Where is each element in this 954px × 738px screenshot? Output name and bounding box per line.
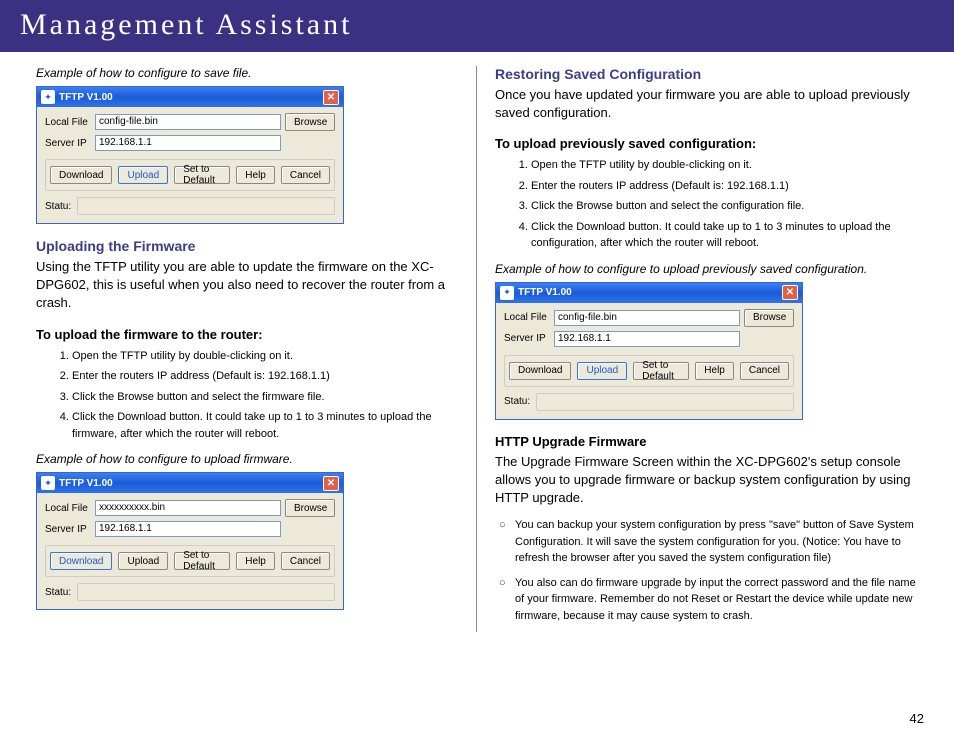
restore-steps-heading: To upload previously saved configuration… <box>495 136 918 151</box>
list-item: You also can do firmware upgrade by inpu… <box>515 575 918 625</box>
server-ip-label: Server IP <box>45 524 95 535</box>
status-label: Statu: <box>504 396 530 407</box>
status-label: Statu: <box>45 201 71 212</box>
list-item: Click the Download button. It could take… <box>72 409 458 442</box>
set-default-button[interactable]: Set to Default <box>174 552 230 570</box>
help-button[interactable]: Help <box>236 552 275 570</box>
status-box <box>77 197 335 215</box>
page-number: 42 <box>910 711 924 726</box>
help-button[interactable]: Help <box>695 362 734 380</box>
set-default-button[interactable]: Set to Default <box>633 362 689 380</box>
local-file-input[interactable]: config-file.bin <box>95 114 281 130</box>
help-button[interactable]: Help <box>236 166 275 184</box>
restoring-body: Once you have updated your firmware you … <box>495 86 918 122</box>
window-title: TFTP V1.00 <box>59 478 323 489</box>
local-file-input[interactable]: config-file.bin <box>554 310 740 326</box>
upload-steps-list: Open the TFTP utility by double-clicking… <box>36 348 458 443</box>
server-ip-input[interactable]: 192.168.1.1 <box>95 521 281 537</box>
uploading-heading: Uploading the Firmware <box>36 238 458 254</box>
page-title-bar: Management Assistant <box>0 0 954 52</box>
list-item: You can backup your system configuration… <box>515 517 918 567</box>
download-button[interactable]: Download <box>50 166 112 184</box>
close-icon[interactable]: ✕ <box>323 476 339 491</box>
uploading-body: Using the TFTP utility you are able to u… <box>36 258 458 313</box>
server-ip-input[interactable]: 192.168.1.1 <box>95 135 281 151</box>
list-item: Open the TFTP utility by double-clicking… <box>531 157 918 174</box>
app-icon: ✦ <box>41 90 55 104</box>
list-item: Click the Browse button and select the c… <box>531 198 918 215</box>
upload-button[interactable]: Upload <box>577 362 627 380</box>
caption-save-file: Example of how to configure to save file… <box>36 66 458 80</box>
app-icon: ✦ <box>41 476 55 490</box>
right-column: Restoring Saved Configuration Once you h… <box>477 66 918 632</box>
titlebar: ✦ TFTP V1.00 ✕ <box>37 473 343 493</box>
page-title: Management Assistant <box>20 8 352 41</box>
local-file-input[interactable]: xxxxxxxxxx.bin <box>95 500 281 516</box>
server-ip-input[interactable]: 192.168.1.1 <box>554 331 740 347</box>
cancel-button[interactable]: Cancel <box>281 166 330 184</box>
titlebar: ✦ TFTP V1.00 ✕ <box>496 283 802 303</box>
http-bullets: You can backup your system configuration… <box>495 517 918 624</box>
upload-button[interactable]: Upload <box>118 552 168 570</box>
app-icon: ✦ <box>500 286 514 300</box>
local-file-label: Local File <box>504 312 554 323</box>
download-button[interactable]: Download <box>509 362 571 380</box>
close-icon[interactable]: ✕ <box>782 285 798 300</box>
cancel-button[interactable]: Cancel <box>740 362 789 380</box>
list-item: Click the Download button. It could take… <box>531 219 918 252</box>
restoring-heading: Restoring Saved Configuration <box>495 66 918 82</box>
tftp-window-firmware: ✦ TFTP V1.00 ✕ Local File xxxxxxxxxx.bin… <box>36 472 344 610</box>
tftp-window-restore: ✦ TFTP V1.00 ✕ Local File config-file.bi… <box>495 282 803 420</box>
local-file-label: Local File <box>45 503 95 514</box>
window-title: TFTP V1.00 <box>518 287 782 298</box>
titlebar: ✦ TFTP V1.00 ✕ <box>37 87 343 107</box>
list-item: Open the TFTP utility by double-clicking… <box>72 348 458 365</box>
http-body: The Upgrade Firmware Screen within the X… <box>495 453 918 508</box>
set-default-button[interactable]: Set to Default <box>174 166 230 184</box>
browse-button[interactable]: Browse <box>285 499 335 517</box>
left-column: Example of how to configure to save file… <box>36 66 477 632</box>
tftp-window-save: ✦ TFTP V1.00 ✕ Local File config-file.bi… <box>36 86 344 224</box>
http-heading: HTTP Upgrade Firmware <box>495 434 918 449</box>
server-ip-label: Server IP <box>504 333 554 344</box>
close-icon[interactable]: ✕ <box>323 90 339 105</box>
browse-button[interactable]: Browse <box>744 309 794 327</box>
restore-steps-list: Open the TFTP utility by double-clicking… <box>495 157 918 252</box>
local-file-label: Local File <box>45 117 95 128</box>
caption-upload-config: Example of how to configure to upload pr… <box>495 262 918 276</box>
window-title: TFTP V1.00 <box>59 92 323 103</box>
status-box <box>77 583 335 601</box>
caption-upload-firmware: Example of how to configure to upload fi… <box>36 452 458 466</box>
upload-steps-heading: To upload the firmware to the router: <box>36 327 458 342</box>
browse-button[interactable]: Browse <box>285 113 335 131</box>
server-ip-label: Server IP <box>45 138 95 149</box>
list-item: Enter the routers IP address (Default is… <box>531 178 918 195</box>
cancel-button[interactable]: Cancel <box>281 552 330 570</box>
upload-button[interactable]: Upload <box>118 166 168 184</box>
download-button[interactable]: Download <box>50 552 112 570</box>
list-item: Click the Browse button and select the f… <box>72 389 458 406</box>
status-box <box>536 393 794 411</box>
list-item: Enter the routers IP address (Default is… <box>72 368 458 385</box>
status-label: Statu: <box>45 587 71 598</box>
